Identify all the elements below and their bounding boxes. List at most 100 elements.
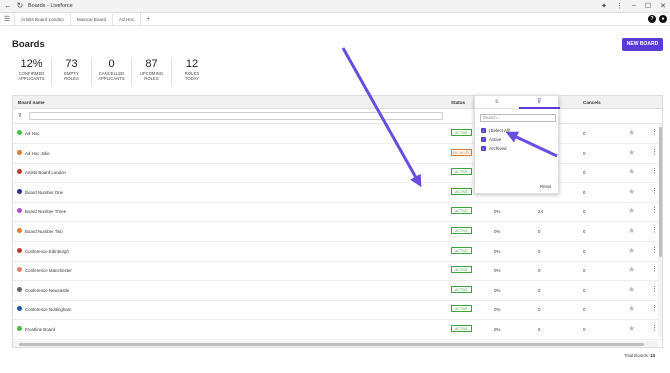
- cancels-count: 0: [583, 150, 586, 156]
- row-menu-icon[interactable]: ⋮: [651, 324, 658, 332]
- table-row[interactable]: Board Number Three ACTIVE 0% 24 0 ★ ⋮: [13, 202, 662, 223]
- board-name[interactable]: Ad Hoc Jolie: [25, 151, 50, 156]
- reload-icon[interactable]: ↻: [16, 2, 24, 10]
- cancels-count: 0: [583, 287, 586, 293]
- table-row[interactable]: Conference Nottingham ACTIVE 0% 0 0 ★ ⋮: [13, 300, 662, 321]
- table-row[interactable]: Board Number Two ACTIVE 0% 0 0 ★ ⋮: [13, 222, 662, 242]
- board-name[interactable]: Conference Nottingham: [25, 307, 71, 312]
- table-row[interactable]: Artists Board London ACTIVE 0 ★ ⋮: [13, 163, 662, 184]
- filter-icon[interactable]: ⊽: [18, 113, 22, 119]
- filter-tab-icon[interactable]: ⊽: [537, 98, 541, 105]
- board-color-dot: [17, 267, 22, 273]
- board-color-dot: [17, 306, 22, 312]
- board-name[interactable]: Artists Board London: [25, 170, 66, 175]
- board-name[interactable]: Conference Edinburgh: [25, 249, 69, 254]
- maximize-icon[interactable]: ☐: [645, 2, 651, 10]
- table-row[interactable]: Ad Hoc ACTIVE 0 ★ ⋮: [13, 124, 662, 144]
- favorite-star-icon[interactable]: ★: [628, 304, 635, 313]
- board-name[interactable]: Conference Manchester: [25, 268, 72, 273]
- minimize-icon[interactable]: –: [632, 2, 636, 10]
- table-row[interactable]: Conference Edinburgh ACTIVE 0% 0 0 ★ ⋮: [13, 242, 662, 262]
- board-name[interactable]: Conference Newcastle: [25, 288, 69, 293]
- stat-upcoming-roles: 87 UPCOMING ROLES: [132, 58, 172, 86]
- stat-cancelled-applicants: 0 CANCELLED APPLICANTS: [92, 58, 132, 86]
- favorite-star-icon[interactable]: ★: [628, 246, 635, 255]
- stat-empty-roles: 73 EMPTY ROLES: [52, 58, 92, 86]
- checkbox-checked-icon[interactable]: ✓: [481, 128, 486, 133]
- cancels-count: 0: [583, 131, 586, 136]
- table-row[interactable]: Board Number One ACTIVE 0 ★ ⋮: [13, 183, 662, 203]
- cancels-count: 0: [583, 170, 586, 176]
- confirmed-percent: 0%: [494, 327, 501, 332]
- favorite-star-icon[interactable]: ★: [628, 265, 635, 274]
- row-menu-icon[interactable]: ⋮: [651, 285, 658, 293]
- total-boards: Total Boards: 13: [624, 353, 655, 358]
- scrollbar-thumb[interactable]: [659, 127, 662, 257]
- row-menu-icon[interactable]: ⋮: [651, 304, 658, 312]
- column-header-board-name[interactable]: Board name: [18, 100, 45, 105]
- tab-musical-board[interactable]: Musical Board: [71, 12, 114, 26]
- new-board-button[interactable]: NEW BOARD: [622, 38, 663, 51]
- extension-icon[interactable]: ✦: [601, 2, 607, 10]
- board-name[interactable]: Board Number One: [25, 190, 63, 195]
- vertical-scrollbar[interactable]: [658, 124, 662, 337]
- board-name[interactable]: Frontline Board: [25, 327, 55, 332]
- board-name[interactable]: Board Number Two: [25, 229, 63, 234]
- row-menu-icon[interactable]: ⋮: [651, 128, 658, 136]
- add-tab-button[interactable]: +: [141, 16, 155, 23]
- favorite-star-icon[interactable]: ★: [628, 187, 635, 196]
- board-name-filter-input[interactable]: [29, 112, 443, 120]
- reset-filter-button[interactable]: Reset: [540, 184, 551, 189]
- cancels-count: 0: [583, 248, 586, 254]
- status-filter-popup: ≡ ⊽ Search... ✓ (Select All) ✓ Active ✓ …: [474, 95, 560, 194]
- upcoming-roles: 0: [538, 287, 541, 293]
- row-menu-icon[interactable]: ⋮: [651, 265, 658, 273]
- checkbox-checked-icon[interactable]: ✓: [481, 137, 486, 142]
- checkbox-checked-icon[interactable]: ✓: [481, 146, 486, 151]
- back-arrow-icon[interactable]: ←: [4, 2, 12, 10]
- filter-option-active[interactable]: ✓ Active: [481, 137, 501, 142]
- favorite-star-icon[interactable]: ★: [628, 324, 635, 333]
- table-row[interactable]: Conference Manchester ACTIVE 0% 0 0 ★ ⋮: [13, 261, 662, 282]
- table-row[interactable]: Frontline Board ACTIVE 0% 0 0 ★ ⋮: [13, 320, 662, 340]
- more-options-icon[interactable]: ⋮: [616, 2, 623, 10]
- column-menu-icon[interactable]: ≡: [495, 99, 499, 105]
- active-tab-indicator: [519, 107, 560, 109]
- column-header-status[interactable]: Status: [451, 100, 465, 105]
- board-name[interactable]: Board Number Three: [25, 209, 66, 214]
- row-menu-icon[interactable]: ⋮: [651, 226, 658, 234]
- cancels-count: 0: [583, 307, 586, 313]
- column-header-cancels[interactable]: Cancels: [583, 100, 601, 105]
- favorite-star-icon[interactable]: ★: [628, 226, 635, 235]
- stat-label: ROLES: [64, 76, 79, 81]
- favorite-star-icon[interactable]: ★: [628, 167, 635, 176]
- tab-ad-hoc[interactable]: Ad Hoc: [113, 12, 142, 26]
- row-menu-icon[interactable]: ⋮: [651, 148, 658, 156]
- row-menu-icon[interactable]: ⋮: [651, 187, 658, 195]
- favorite-star-icon[interactable]: ★: [628, 148, 635, 157]
- table-row[interactable]: Conference Newcastle ACTIVE 0% 0 0 ★ ⋮: [13, 281, 662, 301]
- tab-artists-board-london[interactable]: Artists Board London: [14, 12, 71, 26]
- filter-search-input[interactable]: Search...: [480, 114, 556, 122]
- favorite-star-icon[interactable]: ★: [628, 128, 635, 137]
- favorite-star-icon[interactable]: ★: [628, 285, 635, 294]
- status-badge: ACTIVE: [451, 266, 472, 274]
- filter-option-archived[interactable]: ✓ Archived: [481, 146, 507, 151]
- favorite-star-icon[interactable]: ★: [628, 206, 635, 215]
- table-row[interactable]: Ad Hoc Jolie ARCHIVED 0 ★ ⋮: [13, 144, 662, 164]
- hamburger-menu-icon[interactable]: ☰: [0, 15, 14, 23]
- filter-option-select-all[interactable]: ✓ (Select All): [481, 128, 511, 133]
- scrollbar-thumb[interactable]: [19, 343, 644, 346]
- upcoming-roles: 0: [538, 248, 541, 254]
- horizontal-scrollbar[interactable]: [13, 341, 658, 347]
- stat-value: 12%: [20, 58, 43, 70]
- board-name[interactable]: Ad Hoc: [25, 131, 39, 136]
- user-avatar-icon[interactable]: ●: [659, 15, 667, 23]
- help-icon[interactable]: ?: [648, 15, 656, 23]
- close-icon[interactable]: ✕: [660, 2, 666, 10]
- row-menu-icon[interactable]: ⋮: [651, 167, 658, 175]
- upcoming-roles: 0: [538, 307, 541, 313]
- row-menu-icon[interactable]: ⋮: [651, 246, 658, 254]
- cancels-count: 0: [583, 189, 586, 195]
- row-menu-icon[interactable]: ⋮: [651, 206, 658, 214]
